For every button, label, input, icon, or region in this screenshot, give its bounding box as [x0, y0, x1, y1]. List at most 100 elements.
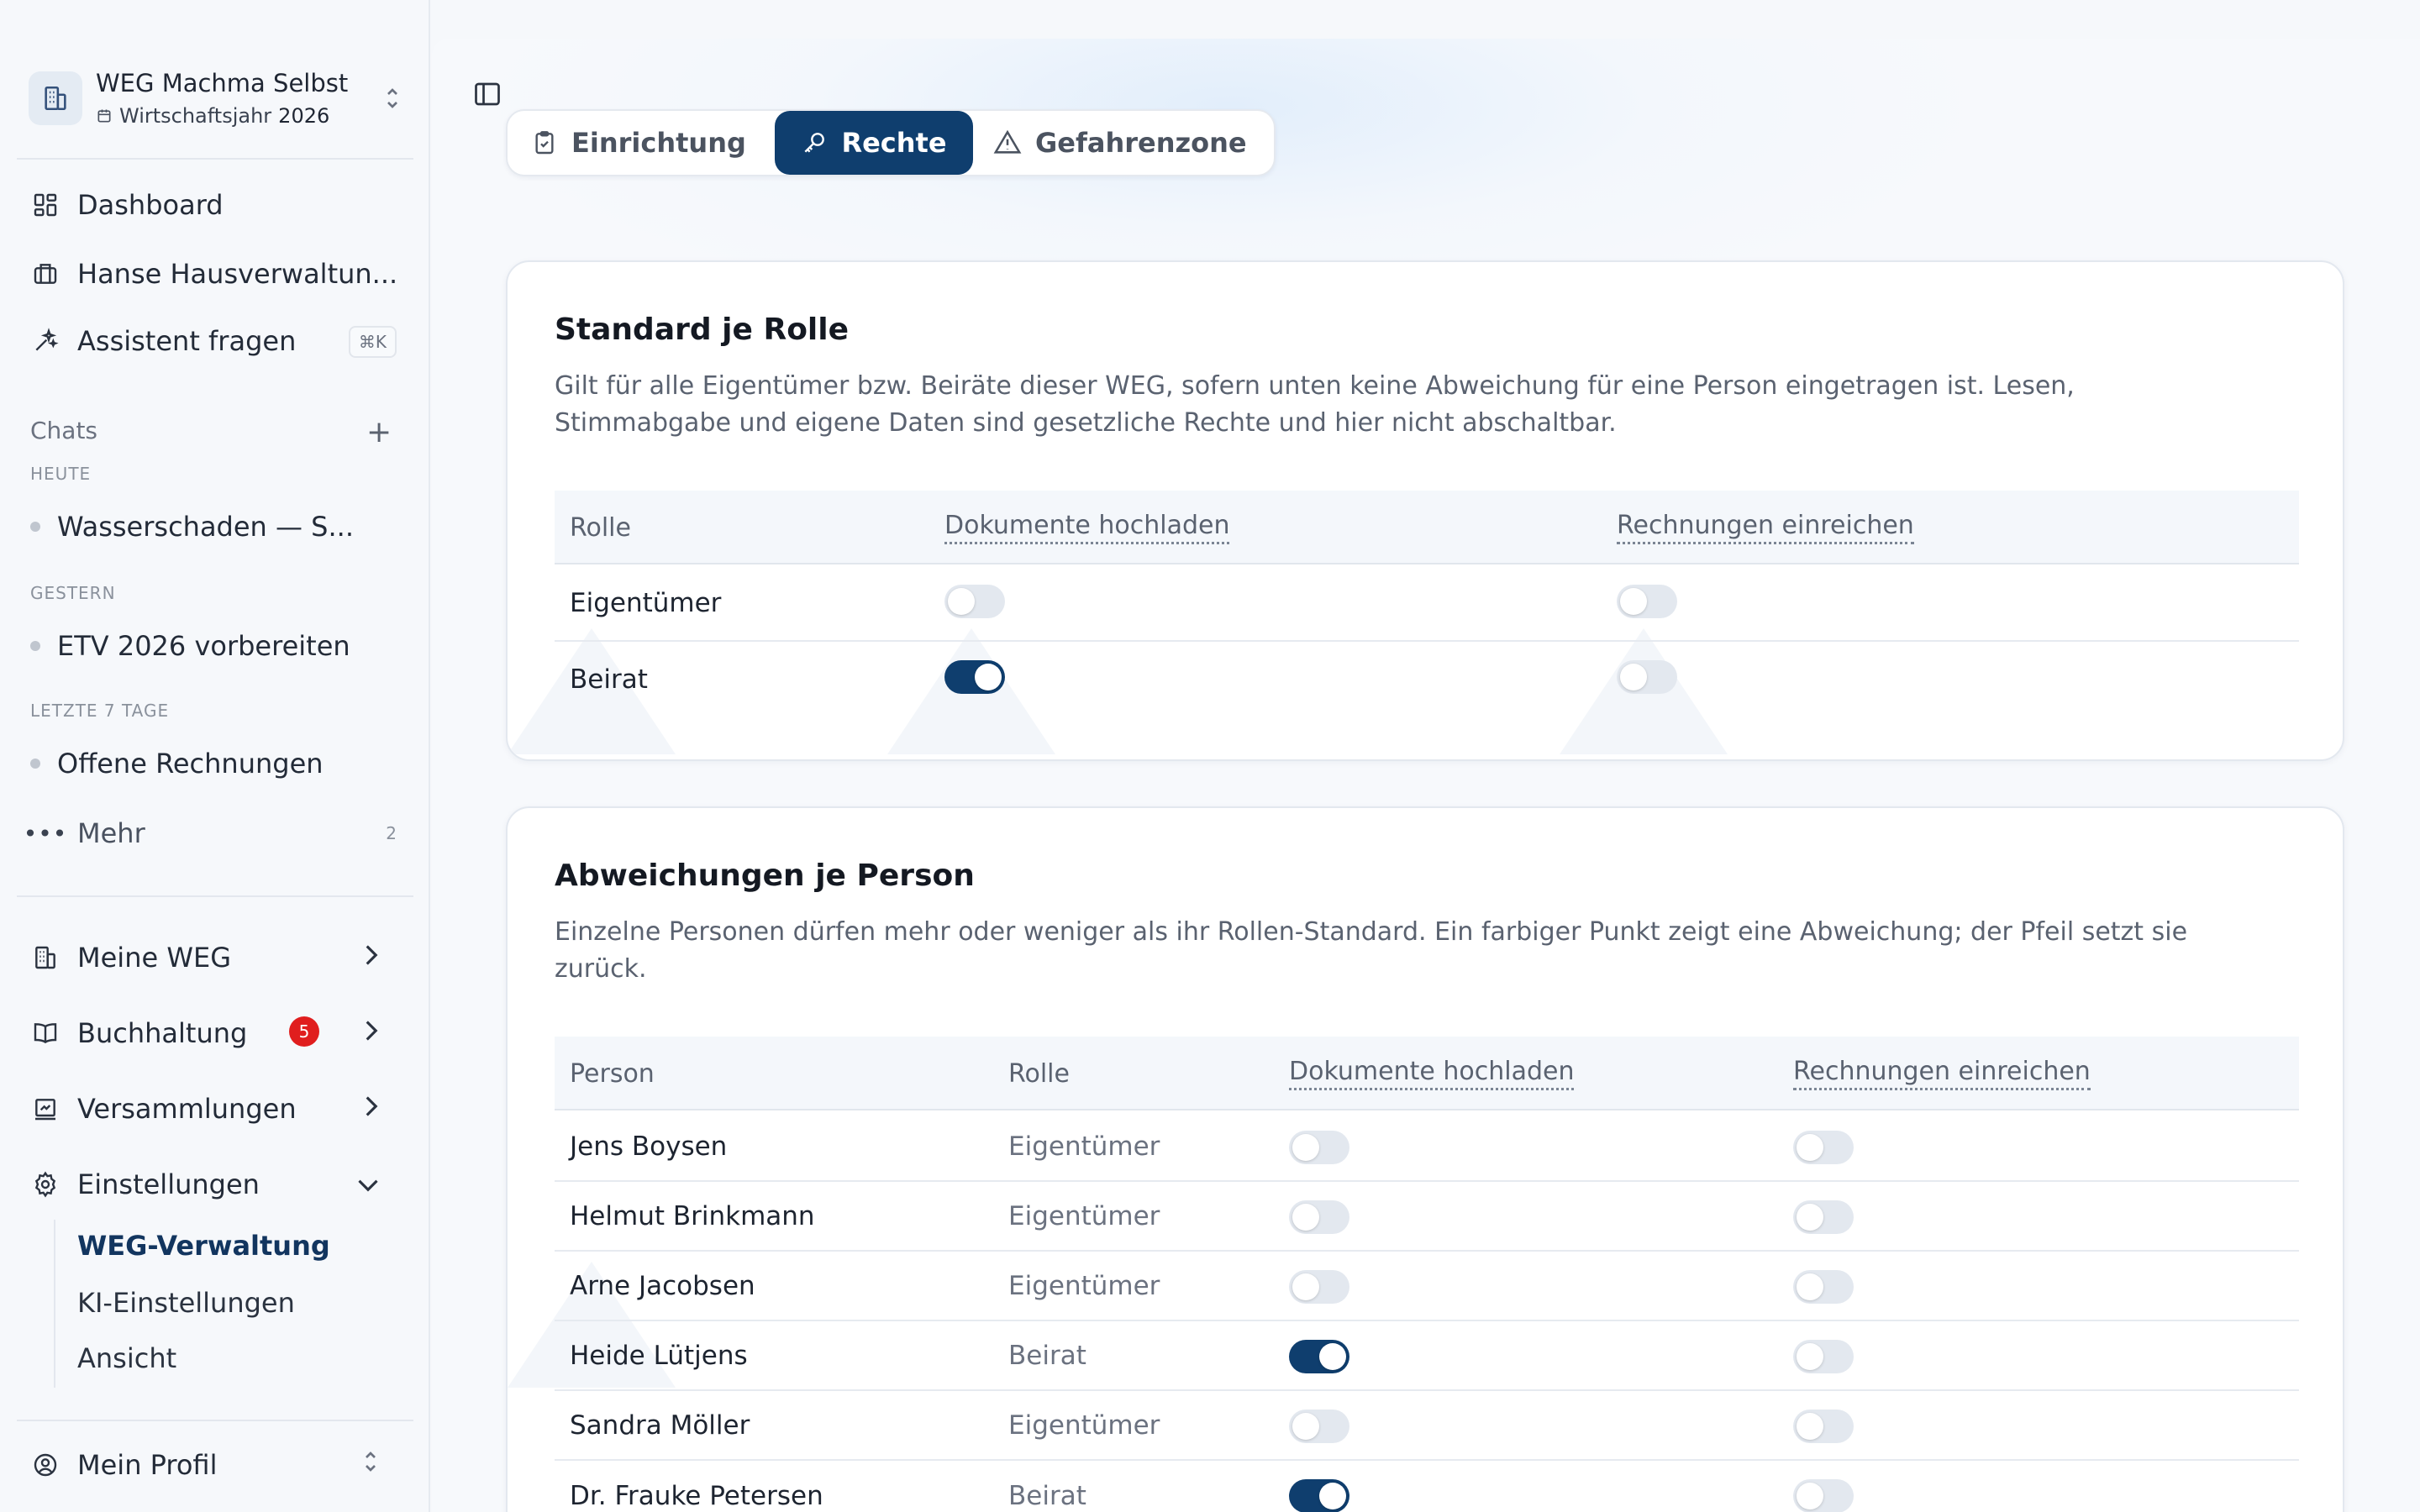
card-title: Abweichungen je Person: [555, 858, 975, 893]
table-row: Sandra Möller Eigentümer: [555, 1391, 2299, 1461]
new-chat-plus-icon[interactable]: +: [366, 415, 392, 449]
toggle-upload[interactable]: [1289, 1410, 1349, 1443]
nav-versammlungen-label: Versammlungen: [77, 1093, 297, 1125]
toggle-upload[interactable]: [1289, 1479, 1349, 1512]
table-row: Helmut Brinkmann Eigentümer: [555, 1182, 2299, 1252]
nav-profile[interactable]: Mein Profil: [30, 1441, 400, 1488]
toggle-invoice[interactable]: [1793, 1479, 1854, 1512]
nav-assistant-label: Assistent fragen: [77, 325, 297, 357]
gear-icon: [30, 1169, 60, 1200]
table-row: Dr. Frauke Petersen Beirat: [555, 1461, 2299, 1512]
column-header: Rolle: [1008, 1058, 1070, 1089]
column-header: Dokumente hochladen: [944, 491, 1230, 564]
column-header: Dokumente hochladen: [1289, 1037, 1575, 1110]
settings-tabs: Einrichtung Rechte Gefahrenzone: [506, 109, 1276, 176]
chevron-right-icon: [363, 1093, 380, 1125]
card-description-line: zurück.: [555, 954, 647, 984]
nav-versammlungen[interactable]: Versammlungen: [30, 1085, 400, 1132]
fiscal-year: Wirtschaftsjahr 2026: [96, 104, 380, 128]
nav-buchhaltung-label: Buchhaltung: [77, 1017, 248, 1049]
submenu-guide: [54, 1220, 55, 1388]
chevron-up-down-icon: [361, 1449, 380, 1481]
submenu-ansicht[interactable]: Ansicht: [77, 1342, 176, 1374]
key-icon: [801, 129, 828, 156]
person-overrides-card: Abweichungen je Person Einzelne Personen…: [506, 806, 2344, 1512]
toggle-invoice[interactable]: [1793, 1410, 1854, 1443]
tab-einrichtung[interactable]: Einrichtung: [531, 111, 775, 175]
toggle-invoice[interactable]: [1793, 1200, 1854, 1234]
chat-dot-icon: [30, 522, 40, 532]
table-header: Rolle Dokumente hochladen Rechnungen ein…: [555, 491, 2299, 564]
toggle-invoice[interactable]: [1617, 585, 1677, 618]
card-title: Standard je Rolle: [555, 312, 850, 347]
briefcase-icon: [30, 259, 60, 289]
nav-dashboard[interactable]: Dashboard: [30, 181, 400, 228]
chats-section-label: Chats: [30, 417, 98, 444]
chats-more-label: Mehr: [77, 817, 145, 849]
person-name: Dr. Frauke Petersen: [570, 1480, 823, 1511]
submenu-ki-einstellungen[interactable]: KI-Einstellungen: [77, 1287, 295, 1319]
dashboard-icon: [30, 190, 60, 220]
tab-gefahrenzone[interactable]: Gefahrenzone: [993, 111, 1262, 175]
chat-group-yesterday: GESTERN: [30, 583, 116, 603]
nav-assistant[interactable]: Assistent fragen ⌘K: [30, 318, 400, 365]
role-table: Rolle Dokumente hochladen Rechnungen ein…: [555, 491, 2299, 717]
divider: [17, 158, 413, 160]
chats-more[interactable]: ••• Mehr 2: [23, 810, 400, 857]
fiscal-year-value: 2026: [278, 104, 330, 128]
building-icon: [30, 942, 60, 973]
table-row: Arne Jacobsen Eigentümer: [555, 1252, 2299, 1321]
person-role: Beirat: [1008, 1480, 1086, 1511]
role-name: Eigentümer: [570, 588, 722, 618]
nav-dashboard-label: Dashboard: [77, 189, 224, 221]
person-role: Eigentümer: [1008, 1200, 1160, 1231]
nav-einstellungen[interactable]: Einstellungen: [30, 1161, 400, 1208]
nav-buchhaltung[interactable]: Buchhaltung 5: [30, 1010, 400, 1057]
toggle-upload[interactable]: [1289, 1200, 1349, 1234]
card-description: Einzelne Personen dürfen mehr oder wenig…: [555, 914, 2302, 988]
toggle-upload[interactable]: [1289, 1270, 1349, 1304]
toggle-invoice[interactable]: [1793, 1340, 1854, 1373]
column-header: Person: [570, 1058, 655, 1089]
toggle-upload[interactable]: [1289, 1340, 1349, 1373]
sidebar-toggle-icon[interactable]: [472, 79, 502, 109]
presentation-icon: [30, 1094, 60, 1124]
chat-dot-icon: [30, 759, 40, 769]
chat-item-label: ETV 2026 vorbereiten: [57, 630, 350, 662]
submenu-weg-verwaltung[interactable]: WEG-Verwaltung: [77, 1230, 330, 1262]
person-role: Eigentümer: [1008, 1410, 1160, 1441]
sidebar: WEG Machma Selbst Wirtschaftsjahr 2026 D…: [0, 0, 430, 1512]
toggle-invoice[interactable]: [1793, 1270, 1854, 1304]
warning-triangle-icon: [993, 129, 1022, 157]
nav-hausverwaltung-label: Hanse Hausverwaltun...: [77, 258, 398, 290]
chats-more-count: 2: [386, 823, 397, 843]
organization-switcher[interactable]: WEG Machma Selbst Wirtschaftsjahr 2026: [29, 69, 405, 128]
toggle-invoice[interactable]: [1793, 1131, 1854, 1164]
chevron-up-down-icon: [380, 86, 405, 111]
chevron-right-icon: [363, 942, 380, 974]
toggle-upload[interactable]: [1289, 1131, 1349, 1164]
person-role: Beirat: [1008, 1340, 1086, 1371]
tab-einrichtung-label: Einrichtung: [571, 127, 746, 159]
shortcut-badge: ⌘K: [348, 326, 397, 358]
nav-hausverwaltung[interactable]: Hanse Hausverwaltun...: [30, 250, 400, 297]
notification-badge: 5: [289, 1016, 319, 1047]
tab-rechte[interactable]: Rechte: [775, 111, 973, 175]
card-description-line: Gilt für alle Eigentümer bzw. Beiräte di…: [555, 371, 2075, 401]
toggle-invoice[interactable]: [1617, 660, 1677, 694]
toggle-upload[interactable]: [944, 585, 1005, 618]
chat-item-label: Wasserschaden — S...: [57, 511, 354, 543]
nav-meine-weg[interactable]: Meine WEG: [30, 934, 400, 981]
chat-group-today: HEUTE: [30, 464, 92, 484]
table-row: Jens Boysen Eigentümer: [555, 1112, 2299, 1182]
column-header: Rechnungen einreichen: [1617, 491, 1914, 564]
chat-item[interactable]: Offene Rechnungen: [30, 748, 400, 780]
nav-einstellungen-label: Einstellungen: [77, 1168, 260, 1200]
card-description: Gilt für alle Eigentümer bzw. Beiräte di…: [555, 368, 2302, 442]
calendar-icon: [97, 109, 111, 123]
tab-rechte-label: Rechte: [841, 127, 947, 159]
toggle-upload[interactable]: [944, 660, 1005, 694]
more-dots-icon: •••: [23, 819, 68, 848]
chat-item[interactable]: Wasserschaden — S...: [30, 511, 400, 543]
chat-item[interactable]: ETV 2026 vorbereiten: [30, 630, 400, 662]
